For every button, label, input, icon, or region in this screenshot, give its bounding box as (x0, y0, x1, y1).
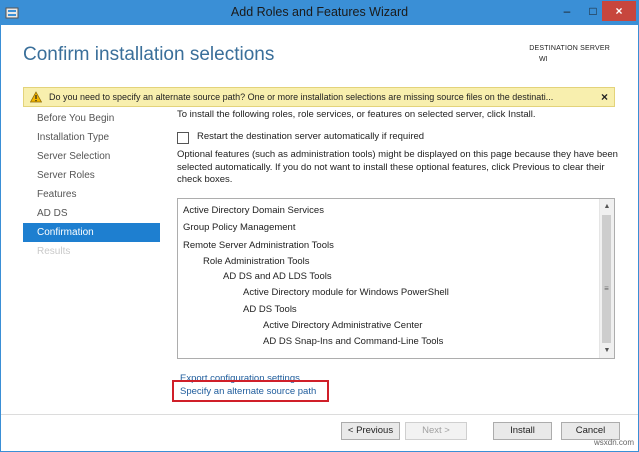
list-item: AD DS Snap-Ins and Command-Line Tools (263, 336, 444, 347)
warning-text: Do you need to specify an alternate sour… (49, 92, 554, 102)
nav-item-results: Results (37, 246, 71, 257)
intro-text: To install the following roles, role ser… (177, 109, 536, 120)
page-title: Confirm installation selections (23, 44, 275, 65)
restart-checkbox-label[interactable]: Restart the destination server automatic… (197, 131, 424, 142)
list-item: AD DS and AD LDS Tools (223, 271, 332, 282)
nav-item-ad-ds[interactable]: AD DS (23, 204, 160, 223)
nav-item-features[interactable]: Features (23, 185, 160, 204)
nav-item-server-roles[interactable]: Server Roles (23, 166, 160, 185)
nav-item-server-selection[interactable]: Server Selection (23, 147, 160, 166)
restart-checkbox[interactable] (177, 132, 189, 144)
install-button[interactable]: Install (493, 422, 552, 440)
optional-features-note: Optional features (such as administratio… (177, 149, 618, 185)
selections-list[interactable]: Active Directory Domain Services Group P… (177, 198, 615, 359)
warning-icon (30, 91, 42, 103)
scroll-down-icon[interactable]: ▼ (600, 344, 614, 358)
list-item: Active Directory Administrative Center (263, 320, 423, 331)
destination-server-value: WI (539, 56, 548, 63)
nav-item-confirmation[interactable]: Confirmation (23, 223, 160, 242)
next-button: Next > (405, 422, 467, 440)
window-title: Add Roles and Features Wizard (230, 5, 409, 19)
list-item: Active Directory Domain Services (183, 205, 324, 216)
grip-icon: ≡ (604, 284, 609, 293)
list-item: Group Policy Management (183, 222, 296, 233)
watermark: wsxdn.com (593, 438, 634, 447)
alternate-source-link[interactable]: Specify an alternate source path (180, 386, 316, 397)
title-bar[interactable]: Add Roles and Features Wizard – □ × (1, 1, 638, 25)
close-button[interactable]: × (602, 1, 636, 21)
scroll-thumb[interactable]: ≡ (602, 215, 611, 343)
list-item: AD DS Tools (243, 304, 297, 315)
minimize-button[interactable]: – (554, 1, 580, 21)
destination-server-label: DESTINATION SERVER (529, 45, 610, 52)
previous-button[interactable]: < Previous (341, 422, 400, 440)
warning-close-icon[interactable]: × (601, 90, 608, 104)
wizard-window: Add Roles and Features Wizard – □ × Conf… (0, 0, 639, 452)
nav-item-before-you-begin[interactable]: Before You Begin (23, 109, 160, 128)
list-scrollbar[interactable]: ▲ ≡ ▼ (599, 199, 614, 358)
list-item: Remote Server Administration Tools (183, 240, 334, 251)
footer-divider (1, 414, 638, 415)
list-item: Role Administration Tools (203, 256, 310, 267)
scroll-up-icon[interactable]: ▲ (600, 200, 614, 214)
warning-banner: Do you need to specify an alternate sour… (23, 87, 615, 107)
list-item: Active Directory module for Windows Powe… (243, 287, 449, 298)
nav-item-installation-type[interactable]: Installation Type (23, 128, 160, 147)
